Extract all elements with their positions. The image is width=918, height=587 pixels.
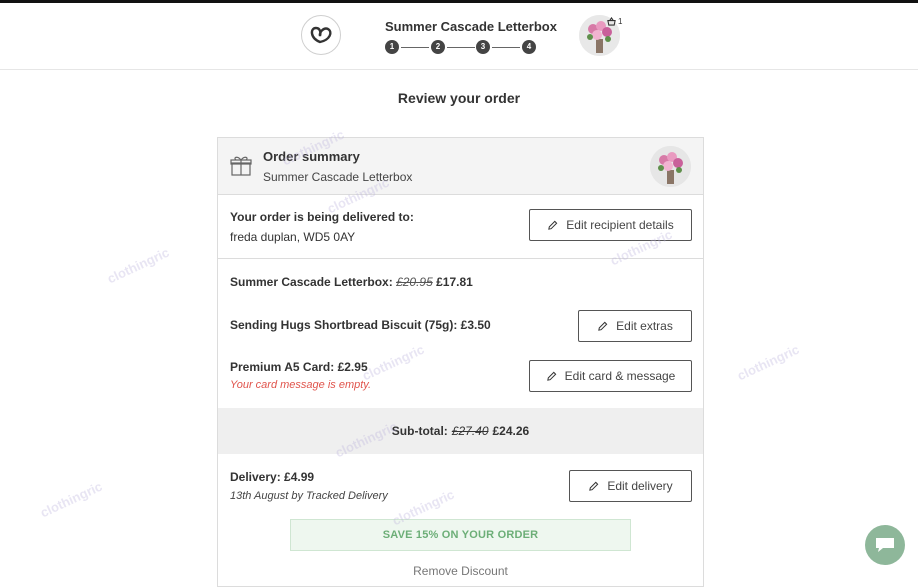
brand-logo[interactable] <box>301 15 341 55</box>
step-1: 1 <box>385 40 399 54</box>
order-summary-card: Order summary Summer Cascade Letterbox Y… <box>217 137 704 587</box>
discount-banner: SAVE 15% ON YOUR ORDER <box>290 519 631 551</box>
step-connector <box>401 47 429 48</box>
product-title: Summer Cascade Letterbox <box>385 19 557 34</box>
item-letterbox-label: Summer Cascade Letterbox: <box>230 275 397 289</box>
pencil-icon <box>546 371 556 381</box>
cart-count-badge[interactable]: 1 <box>607 17 622 26</box>
step-3: 3 <box>476 40 490 54</box>
page-title: Review your order <box>397 90 521 106</box>
edit-card-button[interactable]: Edit card & message <box>529 360 692 392</box>
item-letterbox-old-price: £20.95 <box>396 275 433 289</box>
edit-extras-label: Edit extras <box>616 319 673 333</box>
item-letterbox: Summer Cascade Letterbox: £20.95 £17.81 <box>230 275 473 289</box>
recipient-name: freda duplan, WD5 0AY <box>230 230 356 244</box>
delivery-price: Delivery: £4.99 <box>230 470 315 484</box>
pencil-icon <box>589 481 599 491</box>
edit-recipient-button[interactable]: Edit recipient details <box>529 209 692 241</box>
summary-header: Order summary Summer Cascade Letterbox <box>218 138 703 195</box>
basket-icon <box>607 17 616 26</box>
divider <box>218 258 703 259</box>
edit-delivery-label: Edit delivery <box>607 479 673 493</box>
item-card: Premium A5 Card: £2.95 <box>230 360 368 374</box>
gift-icon <box>230 156 252 176</box>
step-connector <box>447 47 475 48</box>
watermark: clothingric <box>734 341 802 384</box>
item-biscuit: Sending Hugs Shortbread Biscuit (75g): £… <box>230 318 491 332</box>
edit-extras-button[interactable]: Edit extras <box>578 310 692 342</box>
pencil-icon <box>598 321 608 331</box>
logo-icon <box>310 26 332 44</box>
edit-recipient-label: Edit recipient details <box>566 218 674 232</box>
delivery-to-label: Your order is being delivered to: <box>230 210 414 224</box>
progress-steps: 1 2 3 4 <box>385 40 537 54</box>
subtotal-row: Sub-total: £27.40 £24.26 <box>218 408 703 454</box>
summary-title: Order summary <box>263 149 360 164</box>
subtotal-new: £24.26 <box>492 424 530 438</box>
item-letterbox-price: £17.81 <box>432 275 473 289</box>
edit-delivery-button[interactable]: Edit delivery <box>569 470 692 502</box>
step-2: 2 <box>431 40 445 54</box>
chat-bubble-icon <box>876 538 894 552</box>
subtotal-label: Sub-total: <box>391 424 448 438</box>
bouquet-image <box>650 146 691 187</box>
chat-button[interactable] <box>865 525 905 565</box>
cart-count: 1 <box>618 17 623 26</box>
edit-card-label: Edit card & message <box>564 369 676 383</box>
subtotal-old: £27.40 <box>451 424 489 438</box>
header: Summer Cascade Letterbox 1 2 3 4 1 <box>0 3 918 70</box>
card-message-warning: Your card message is empty. <box>230 379 372 391</box>
pencil-icon <box>548 220 558 230</box>
product-thumbnail <box>650 146 691 187</box>
delivery-date: 13th August by Tracked Delivery <box>230 490 388 502</box>
summary-subtitle: Summer Cascade Letterbox <box>263 170 413 184</box>
step-4: 4 <box>522 40 536 54</box>
step-connector <box>492 47 520 48</box>
watermark: clothingric <box>37 478 105 521</box>
watermark: clothingric <box>104 244 172 287</box>
